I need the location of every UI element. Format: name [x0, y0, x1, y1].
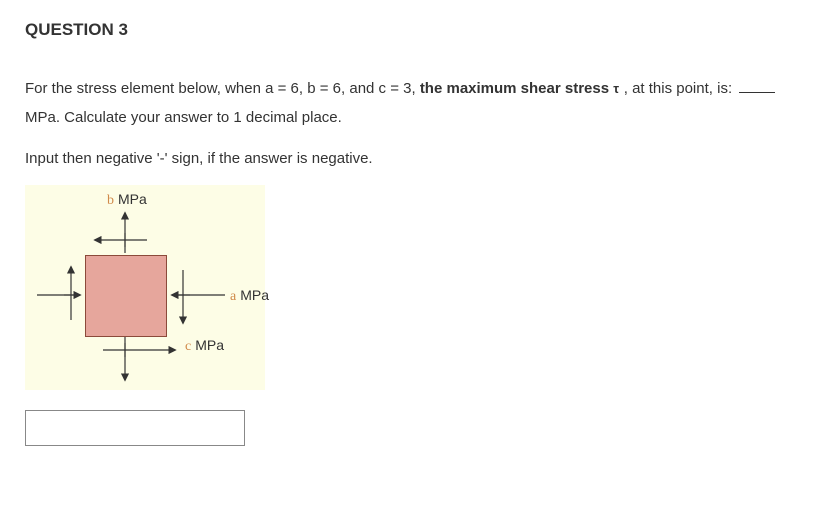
arrow-overlay — [25, 185, 265, 390]
stress-diagram: bMPa aMPa cMPa — [25, 185, 265, 390]
question-statement: For the stress element below, when a = 6… — [25, 75, 808, 132]
answer-input[interactable] — [25, 410, 245, 446]
question-title: QUESTION 3 — [25, 20, 808, 40]
text-part3: MPa. Calculate your answer to 1 decimal … — [25, 109, 342, 126]
text-part1: For the stress element below, when a = 6… — [25, 80, 420, 97]
bold-phrase: the maximum shear stress — [420, 80, 613, 97]
text-part2: , at this point, is: — [620, 80, 737, 97]
answer-blank-inline — [739, 92, 775, 93]
instruction-line: Input then negative '-' sign, if the ans… — [25, 150, 808, 167]
